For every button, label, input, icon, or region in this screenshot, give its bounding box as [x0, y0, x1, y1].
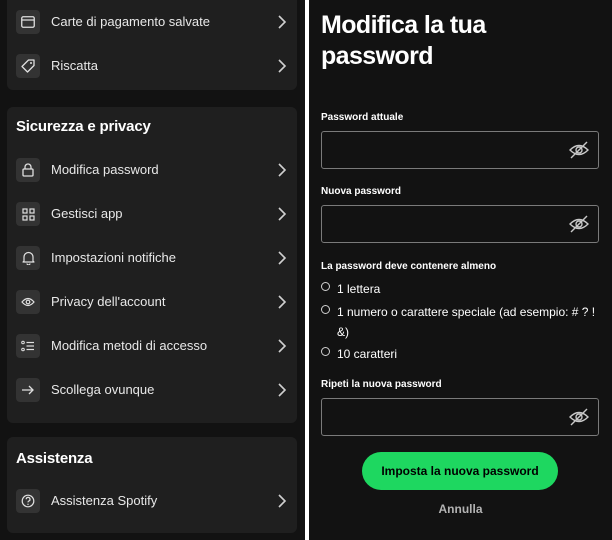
menu-item-label: Scollega ovunque: [51, 382, 155, 397]
account-settings-panel: Carte di pagamento salvate Riscatta Sicu…: [0, 0, 305, 540]
menu-item-manage-apps[interactable]: Gestisci app: [7, 194, 297, 238]
chevron-right-icon: [278, 339, 287, 353]
set-new-password-button[interactable]: Imposta la nuova password: [362, 452, 558, 490]
menu-item-label: Impostazioni notifiche: [51, 250, 177, 265]
requirement-item: 1 numero o carattere speciale (ad esempi…: [321, 302, 601, 344]
eye-slash-icon[interactable]: [569, 215, 589, 233]
chevron-right-icon: [278, 383, 287, 397]
menu-item-login-methods[interactable]: Modifica metodi di accesso: [7, 326, 297, 370]
menu-item-label: Carte di pagamento salvate: [51, 14, 210, 29]
chevron-right-icon: [278, 295, 287, 309]
menu-item-label: Gestisci app: [51, 206, 123, 221]
current-password-label: Password attuale: [321, 112, 404, 123]
security-privacy-card: Sicurezza e privacy Modifica password Ge…: [7, 107, 297, 423]
bell-icon: [16, 246, 40, 270]
eye-slash-icon[interactable]: [569, 141, 589, 159]
current-password-field[interactable]: [321, 131, 599, 169]
page-title: Modifica la tua password: [321, 11, 486, 70]
chevron-right-icon: [278, 251, 287, 265]
tag-icon: [16, 54, 40, 78]
password-requirements-title: La password deve contenere almeno: [321, 261, 497, 272]
requirement-item: 1 lettera: [321, 279, 601, 299]
menu-item-label: Modifica metodi di accesso: [51, 338, 208, 353]
apps-grid-icon: [16, 202, 40, 226]
menu-item-sign-out-everywhere[interactable]: Scollega ovunque: [7, 370, 297, 414]
requirement-radio-icon: [321, 347, 330, 356]
menu-item-redeem[interactable]: Riscatta: [7, 46, 297, 90]
menu-item-label: Privacy dell'account: [51, 294, 166, 309]
new-password-label: Nuova password: [321, 186, 402, 197]
repeat-password-label: Ripeti la nuova password: [321, 379, 442, 390]
chevron-right-icon: [278, 494, 287, 508]
repeat-password-field[interactable]: [321, 398, 599, 436]
new-password-field[interactable]: [321, 205, 599, 243]
eye-icon: [16, 290, 40, 314]
requirement-item: 10 caratteri: [321, 344, 601, 364]
requirement-radio-icon: [321, 305, 330, 314]
card-icon: [16, 10, 40, 34]
menu-item-saved-cards[interactable]: Carte di pagamento salvate: [7, 2, 297, 46]
chevron-right-icon: [278, 15, 287, 29]
requirement-text: 1 lettera: [337, 282, 381, 296]
menu-item-account-privacy[interactable]: Privacy dell'account: [7, 282, 297, 326]
section-title: Sicurezza e privacy: [16, 118, 151, 135]
section-title: Assistenza: [16, 450, 93, 467]
menu-item-label: Riscatta: [51, 58, 98, 73]
requirement-text: 1 numero o carattere speciale (ad esempi…: [337, 305, 596, 339]
change-password-panel: Modifica la tua password Password attual…: [309, 0, 612, 540]
chevron-right-icon: [278, 59, 287, 73]
menu-item-label: Assistenza Spotify: [51, 493, 158, 508]
payments-card: Carte di pagamento salvate Riscatta: [7, 0, 297, 90]
menu-item-spotify-support[interactable]: Assistenza Spotify: [7, 481, 297, 525]
eye-slash-icon[interactable]: [569, 408, 589, 426]
chevron-right-icon: [278, 163, 287, 177]
menu-item-label: Modifica password: [51, 162, 159, 177]
chevron-right-icon: [278, 207, 287, 221]
cancel-button[interactable]: Annulla: [309, 502, 612, 516]
lock-icon: [16, 158, 40, 182]
list-icon: [16, 334, 40, 358]
help-icon: [16, 489, 40, 513]
requirement-text: 10 caratteri: [337, 347, 398, 361]
support-card: Assistenza Assistenza Spotify: [7, 437, 297, 533]
arrow-right-icon: [16, 378, 40, 402]
menu-item-change-password[interactable]: Modifica password: [7, 150, 297, 194]
requirement-radio-icon: [321, 282, 330, 291]
menu-item-notification-settings[interactable]: Impostazioni notifiche: [7, 238, 297, 282]
